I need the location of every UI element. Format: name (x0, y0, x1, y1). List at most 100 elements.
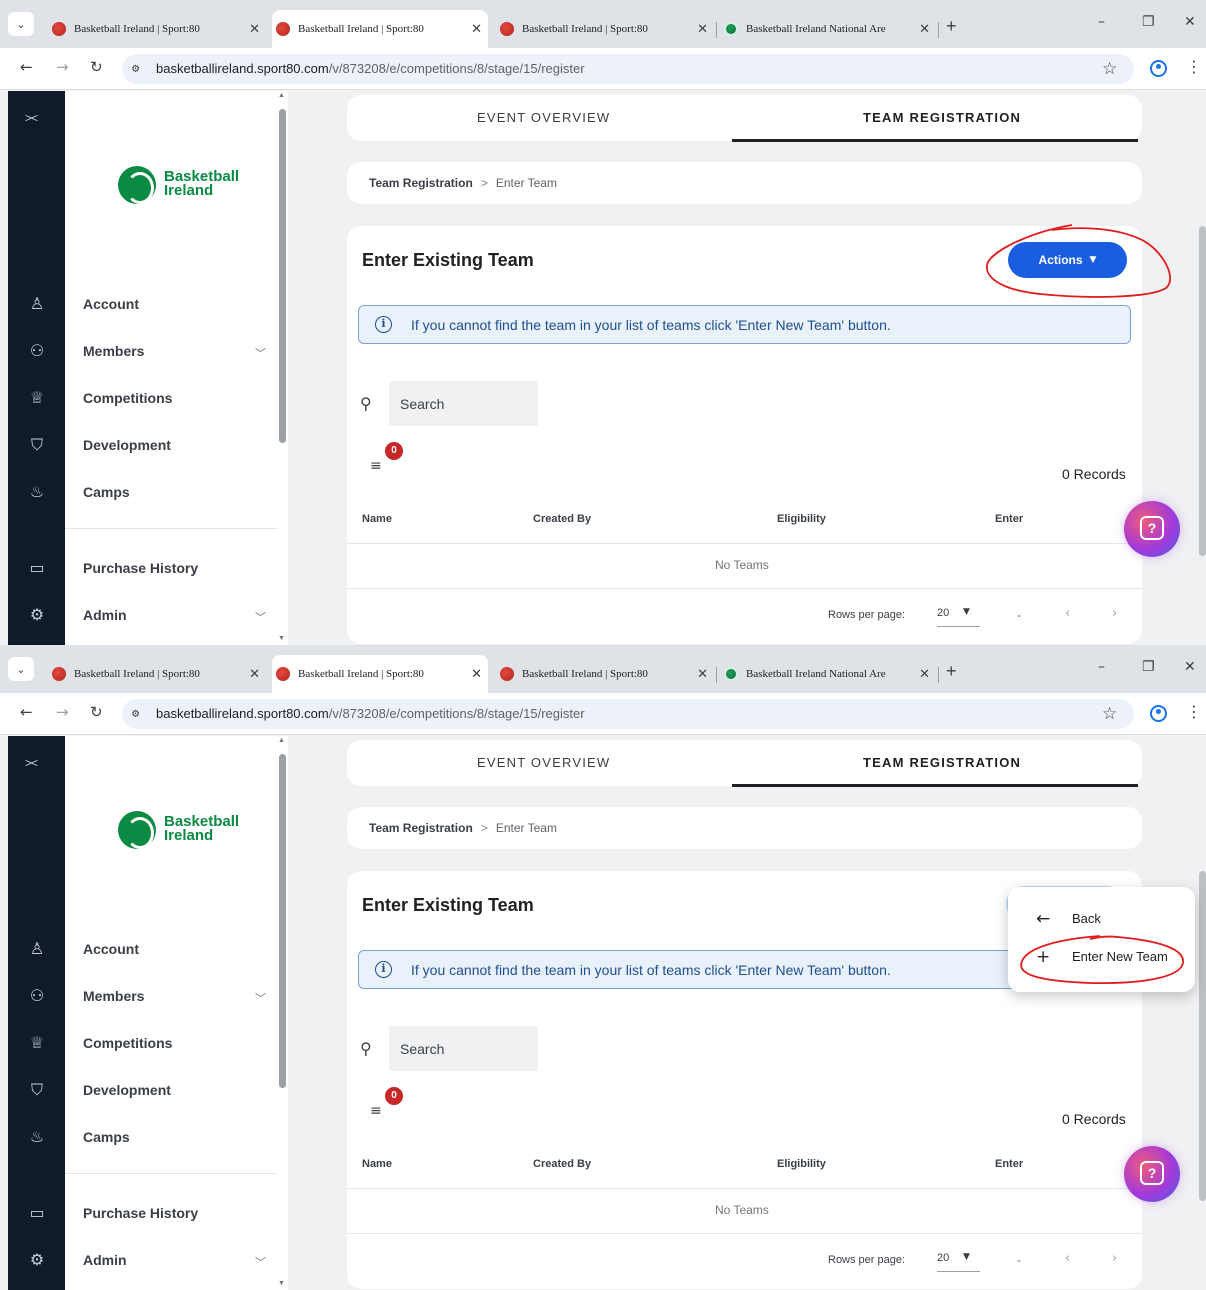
close-tab-icon[interactable]: ✕ (249, 667, 260, 682)
wallet-icon[interactable]: ▭ (26, 1203, 48, 1225)
next-page-icon[interactable]: › (1112, 606, 1117, 621)
restore-icon[interactable]: ❐ (1142, 659, 1155, 675)
minimize-icon[interactable]: – (1098, 659, 1105, 675)
trophy-icon[interactable]: ♕ (26, 1033, 48, 1055)
collapse-toggle-icon[interactable]: >< (25, 756, 38, 770)
close-tab-icon[interactable]: ✕ (697, 667, 708, 682)
back-arrow-icon[interactable]: ← (20, 58, 33, 76)
column-header-enter[interactable]: Enter (995, 1158, 1023, 1170)
close-tab-icon[interactable]: ✕ (919, 22, 930, 37)
menu-item-back[interactable]: ← Back (1036, 909, 1101, 929)
profile-icon[interactable] (1150, 705, 1167, 722)
sidebar-scrollbar[interactable] (279, 754, 286, 1088)
filter-icon[interactable]: ≡ (370, 1103, 382, 1119)
basketball-ireland-logo[interactable]: Basketball Ireland (118, 809, 248, 853)
actions-button[interactable]: Actions ▼ (1008, 242, 1127, 278)
page-scrollbar[interactable] (1199, 871, 1206, 1201)
trophy-icon[interactable]: ♕ (26, 388, 48, 410)
sidebar-item-competitions[interactable]: Competitions (83, 390, 172, 406)
reload-icon[interactable]: ↻ (90, 703, 103, 721)
scroll-down-arrow-icon[interactable]: ▼ (278, 1280, 285, 1287)
sidebar-scrollbar[interactable] (279, 109, 286, 443)
close-window-icon[interactable]: ✕ (1184, 14, 1196, 30)
browser-menu-icon[interactable]: ⋮ (1186, 702, 1202, 721)
gear-icon[interactable]: ⚙ (26, 605, 48, 627)
search-input[interactable]: Search (389, 1026, 538, 1071)
reload-icon[interactable]: ↻ (90, 58, 103, 76)
forward-arrow-icon[interactable]: → (56, 703, 69, 721)
tab-team-registration[interactable]: TEAM REGISTRATION (863, 110, 1021, 125)
scroll-up-arrow-icon[interactable]: ▲ (278, 737, 285, 744)
basketball-ireland-logo[interactable]: Basketball Ireland (118, 164, 248, 208)
restore-icon[interactable]: ❐ (1142, 14, 1155, 30)
scroll-down-arrow-icon[interactable]: ▼ (278, 635, 285, 642)
close-tab-icon[interactable]: ✕ (919, 667, 930, 682)
sidebar-item-purchase-history[interactable]: Purchase History (83, 1205, 198, 1221)
new-tab-icon[interactable]: + (946, 16, 957, 37)
bookmark-star-icon[interactable]: ☆ (1102, 704, 1117, 724)
sidebar-item-members[interactable]: Members (83, 988, 144, 1004)
browser-tab[interactable]: Basketball Ireland | Sport:80 ✕ (500, 659, 714, 689)
close-tab-icon[interactable]: ✕ (471, 22, 482, 37)
browser-tab[interactable]: Basketball Ireland | Sport:80 ✕ (52, 14, 266, 44)
filter-icon[interactable]: ≡ (370, 458, 382, 474)
browser-tab[interactable]: Basketball Ireland | Sport:80 ✕ (500, 14, 714, 44)
column-header-created-by[interactable]: Created By (533, 1158, 591, 1170)
profile-icon[interactable] (1150, 60, 1167, 77)
tab-event-overview[interactable]: EVENT OVERVIEW (477, 755, 610, 770)
campfire-icon[interactable]: ♨ (26, 482, 48, 504)
browser-menu-icon[interactable]: ⋮ (1186, 57, 1202, 76)
sidebar-item-admin[interactable]: Admin (83, 1252, 127, 1268)
tab-team-registration[interactable]: TEAM REGISTRATION (863, 755, 1021, 770)
menu-item-enter-new-team[interactable]: + Enter New Team (1036, 947, 1168, 967)
help-button[interactable]: ? (1124, 1146, 1180, 1202)
sidebar-item-account[interactable]: Account (83, 941, 139, 957)
campfire-icon[interactable]: ♨ (26, 1127, 48, 1149)
tab-search-button[interactable]: ⌄ (8, 657, 34, 681)
browser-tab[interactable]: Basketball Ireland National Are ✕ (724, 659, 936, 689)
person-icon[interactable]: ♙ (26, 939, 48, 961)
close-tab-icon[interactable]: ✕ (697, 22, 708, 37)
site-info-icon[interactable]: ⚙ (132, 706, 139, 720)
graduation-cap-icon[interactable]: ⛉ (26, 435, 48, 457)
chevron-down-icon[interactable]: ﹀ (255, 345, 266, 361)
scroll-up-arrow-icon[interactable]: ▲ (278, 92, 285, 99)
graduation-cap-icon[interactable]: ⛉ (26, 1080, 48, 1102)
sidebar-item-members[interactable]: Members (83, 343, 144, 359)
rows-per-page-select[interactable]: 20 ▼ (937, 1252, 980, 1272)
browser-tab-active[interactable]: Basketball Ireland | Sport:80 ✕ (272, 10, 488, 48)
sidebar-item-development[interactable]: Development (83, 1082, 171, 1098)
collapse-toggle-icon[interactable]: >< (25, 111, 38, 125)
sidebar-item-camps[interactable]: Camps (83, 1129, 130, 1145)
page-scrollbar[interactable] (1199, 226, 1206, 556)
column-header-created-by[interactable]: Created By (533, 513, 591, 525)
forward-arrow-icon[interactable]: → (56, 58, 69, 76)
column-header-enter[interactable]: Enter (995, 513, 1023, 525)
close-tab-icon[interactable]: ✕ (471, 667, 482, 682)
column-header-name[interactable]: Name (362, 1158, 392, 1170)
group-icon[interactable]: ⚇ (26, 341, 48, 363)
site-info-icon[interactable]: ⚙ (132, 61, 139, 75)
close-tab-icon[interactable]: ✕ (249, 22, 260, 37)
person-icon[interactable]: ♙ (26, 294, 48, 316)
chevron-down-icon[interactable]: ﹀ (255, 1254, 266, 1270)
minimize-icon[interactable]: – (1098, 14, 1105, 30)
tab-search-button[interactable]: ⌄ (8, 12, 34, 36)
address-bar[interactable]: ⚙ basketballireland.sport80.com/v/873208… (122, 699, 1134, 729)
column-header-name[interactable]: Name (362, 513, 392, 525)
group-icon[interactable]: ⚇ (26, 986, 48, 1008)
browser-tab[interactable]: Basketball Ireland | Sport:80 ✕ (52, 659, 266, 689)
sidebar-item-camps[interactable]: Camps (83, 484, 130, 500)
previous-page-icon[interactable]: ‹ (1065, 1251, 1070, 1266)
chevron-down-icon[interactable]: ﹀ (255, 990, 266, 1006)
browser-tab-active[interactable]: Basketball Ireland | Sport:80 ✕ (272, 655, 488, 693)
sidebar-item-account[interactable]: Account (83, 296, 139, 312)
sidebar-item-admin[interactable]: Admin (83, 607, 127, 623)
next-page-icon[interactable]: › (1112, 1251, 1117, 1266)
address-bar[interactable]: ⚙ basketballireland.sport80.com/v/873208… (122, 54, 1134, 84)
new-tab-icon[interactable]: + (946, 661, 957, 682)
previous-page-icon[interactable]: ‹ (1065, 606, 1070, 621)
breadcrumb-root[interactable]: Team Registration (369, 176, 473, 190)
wallet-icon[interactable]: ▭ (26, 558, 48, 580)
chevron-down-icon[interactable]: ﹀ (255, 609, 266, 625)
